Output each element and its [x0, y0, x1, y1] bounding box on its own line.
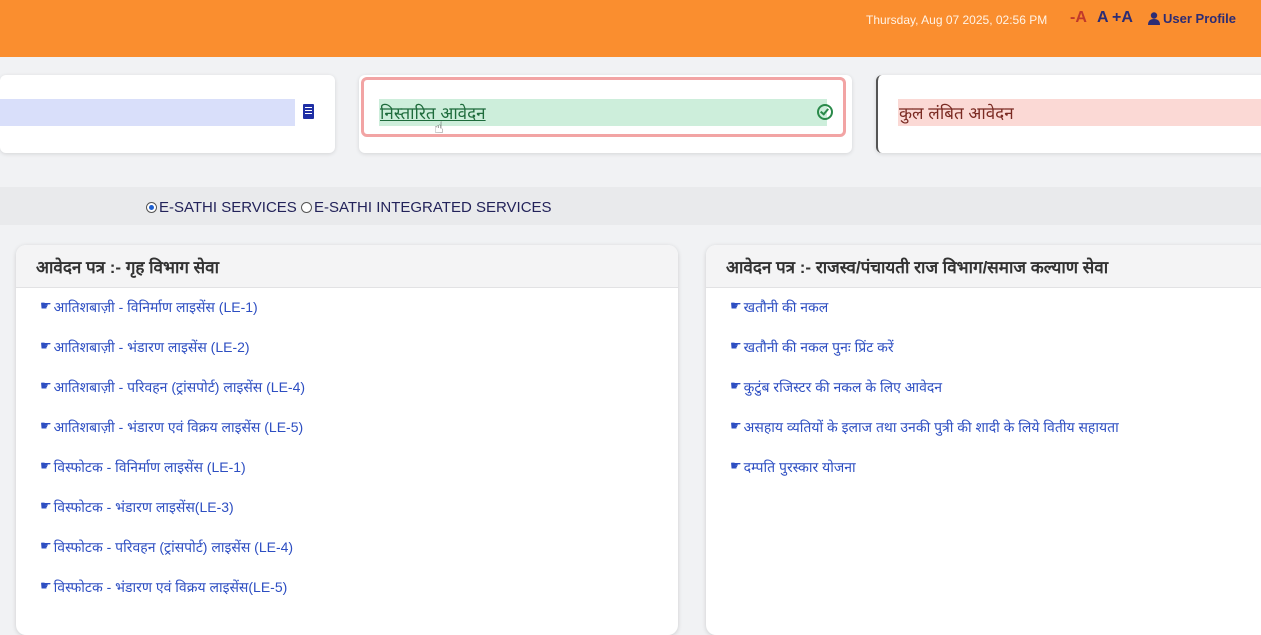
font-increase-button[interactable]: +A: [1112, 9, 1133, 27]
hand-pointer-icon: ☛: [40, 578, 52, 593]
list-item[interactable]: ☛ विस्फोटक - भंडारण एवं विक्रय लाइसेंस(LE…: [40, 578, 678, 618]
top-header-bar: Thursday, Aug 07 2025, 02:56 PM -A A +A …: [0, 0, 1261, 57]
service-link[interactable]: विस्फोटक - विनिर्माण लाइसेंस (LE-1): [54, 458, 246, 477]
service-link[interactable]: खतौनी की नकल: [744, 298, 829, 317]
service-link[interactable]: खतौनी की नकल पुनः प्रिंट करें: [744, 338, 894, 357]
disposed-applications-link[interactable]: निस्तारित आवेदन: [380, 101, 486, 124]
pending-applications-label[interactable]: कुल लंबित आवेदन: [899, 101, 1014, 124]
hand-pointer-icon: ☛: [40, 338, 52, 353]
radio-esathi-integrated-services[interactable]: E-SATHI INTEGRATED SERVICES: [301, 199, 552, 216]
list-item[interactable]: ☛ विस्फोटक - विनिर्माण लाइसेंस (LE-1): [40, 458, 678, 498]
list-item[interactable]: ☛ असहाय व्यतियों के इलाज तथा उनकी पुत्री …: [730, 418, 1261, 458]
service-list: ☛ आतिशबाज़ी - विनिर्माण लाइसेंस (LE-1) ☛ आ…: [16, 288, 678, 618]
hand-pointer-icon: ☛: [40, 498, 52, 513]
hand-pointer-icon: ☛: [40, 378, 52, 393]
list-item[interactable]: ☛ खतौनी की नकल: [730, 298, 1261, 338]
hand-pointer-icon: ☛: [40, 458, 52, 473]
service-link[interactable]: असहाय व्यतियों के इलाज तथा उनकी पुत्री क…: [744, 418, 1119, 437]
list-item[interactable]: ☛ विस्फोटक - भंडारण लाइसेंस(LE-3): [40, 498, 678, 538]
list-item[interactable]: ☛ आतिशबाज़ी - भंडारण एवं विक्रय लाइसेंस (…: [40, 418, 678, 458]
total-applications-card[interactable]: [0, 75, 335, 153]
pending-applications-card[interactable]: कुल लंबित आवेदन: [876, 75, 1261, 153]
user-profile-link[interactable]: User Profile: [1148, 11, 1236, 26]
list-item[interactable]: ☛ आतिशबाज़ी - भंडारण लाइसेंस (LE-2): [40, 338, 678, 378]
service-link[interactable]: विस्फोटक - भंडारण लाइसेंस(LE-3): [54, 498, 234, 517]
list-item[interactable]: ☛ दम्पति पुरस्कार योजना: [730, 458, 1261, 498]
service-link[interactable]: विस्फोटक - भंडारण एवं विक्रय लाइसेंस(LE-…: [54, 578, 288, 597]
service-type-selector: E-SATHI SERVICES E-SATHI INTEGRATED SERV…: [0, 187, 1261, 225]
hand-pointer-icon: ☛: [730, 338, 742, 353]
service-link[interactable]: आतिशबाज़ी - भंडारण एवं विक्रय लाइसेंस (L…: [54, 418, 304, 437]
list-item[interactable]: ☛ आतिशबाज़ी - विनिर्माण लाइसेंस (LE-1): [40, 298, 678, 338]
font-decrease-button[interactable]: -A: [1070, 9, 1087, 27]
service-link[interactable]: दम्पति पुरस्कार योजना: [744, 458, 856, 477]
document-icon: [303, 104, 314, 119]
list-item[interactable]: ☛ कुटुंब रजिस्टर की नकल के लिए आवेदन: [730, 378, 1261, 418]
radio-esathi-services[interactable]: E-SATHI SERVICES: [146, 199, 297, 216]
font-normal-button[interactable]: A: [1097, 9, 1109, 27]
radio-selected-icon[interactable]: [146, 202, 157, 213]
hand-pointer-icon: ☛: [40, 538, 52, 553]
check-circle-icon: [817, 104, 833, 120]
radio-esathi-services-label: E-SATHI SERVICES: [159, 199, 297, 216]
disposed-applications-card[interactable]: निस्तारित आवेदन ☝: [359, 75, 852, 153]
hand-cursor-icon: ☝: [434, 120, 444, 137]
service-link[interactable]: आतिशबाज़ी - भंडारण लाइसेंस (LE-2): [54, 338, 250, 357]
user-profile-label: User Profile: [1163, 11, 1236, 26]
hand-pointer-icon: ☛: [730, 298, 742, 313]
user-icon: [1148, 12, 1160, 25]
hand-pointer-icon: ☛: [730, 458, 742, 473]
hand-pointer-icon: ☛: [40, 418, 52, 433]
revenue-panchayat-services-panel: आवेदन पत्र :- राजस्व/पंचायती राज विभाग/स…: [706, 245, 1261, 635]
hand-pointer-icon: ☛: [730, 418, 742, 433]
radio-unselected-icon[interactable]: [301, 202, 312, 213]
home-department-services-panel: आवेदन पत्र :- गृह विभाग सेवा ☛ आतिशबाज़ी …: [16, 245, 678, 635]
panel-title: आवेदन पत्र :- गृह विभाग सेवा: [16, 245, 678, 288]
hand-pointer-icon: ☛: [40, 298, 52, 313]
hand-pointer-icon: ☛: [730, 378, 742, 393]
list-item[interactable]: ☛ आतिशबाज़ी - परिवहन (ट्रांसपोर्ट) लाइसें…: [40, 378, 678, 418]
service-link[interactable]: आतिशबाज़ी - परिवहन (ट्रांसपोर्ट) लाइसेंस…: [54, 378, 305, 397]
radio-esathi-integrated-label: E-SATHI INTEGRATED SERVICES: [314, 199, 552, 216]
service-list: ☛ खतौनी की नकल ☛ खतौनी की नकल पुनः प्रिंट …: [706, 288, 1261, 498]
service-link[interactable]: विस्फोटक - परिवहन (ट्रांसपोर्ट) लाइसेंस …: [54, 538, 293, 557]
total-applications-bar: [0, 99, 295, 126]
service-link[interactable]: कुटुंब रजिस्टर की नकल के लिए आवेदन: [744, 378, 942, 397]
current-datetime: Thursday, Aug 07 2025, 02:56 PM: [866, 13, 1048, 27]
list-item[interactable]: ☛ विस्फोटक - परिवहन (ट्रांसपोर्ट) लाइसेंस…: [40, 538, 678, 578]
list-item[interactable]: ☛ खतौनी की नकल पुनः प्रिंट करें: [730, 338, 1261, 378]
panel-title: आवेदन पत्र :- राजस्व/पंचायती राज विभाग/स…: [706, 245, 1261, 288]
service-link[interactable]: आतिशबाज़ी - विनिर्माण लाइसेंस (LE-1): [54, 298, 258, 317]
